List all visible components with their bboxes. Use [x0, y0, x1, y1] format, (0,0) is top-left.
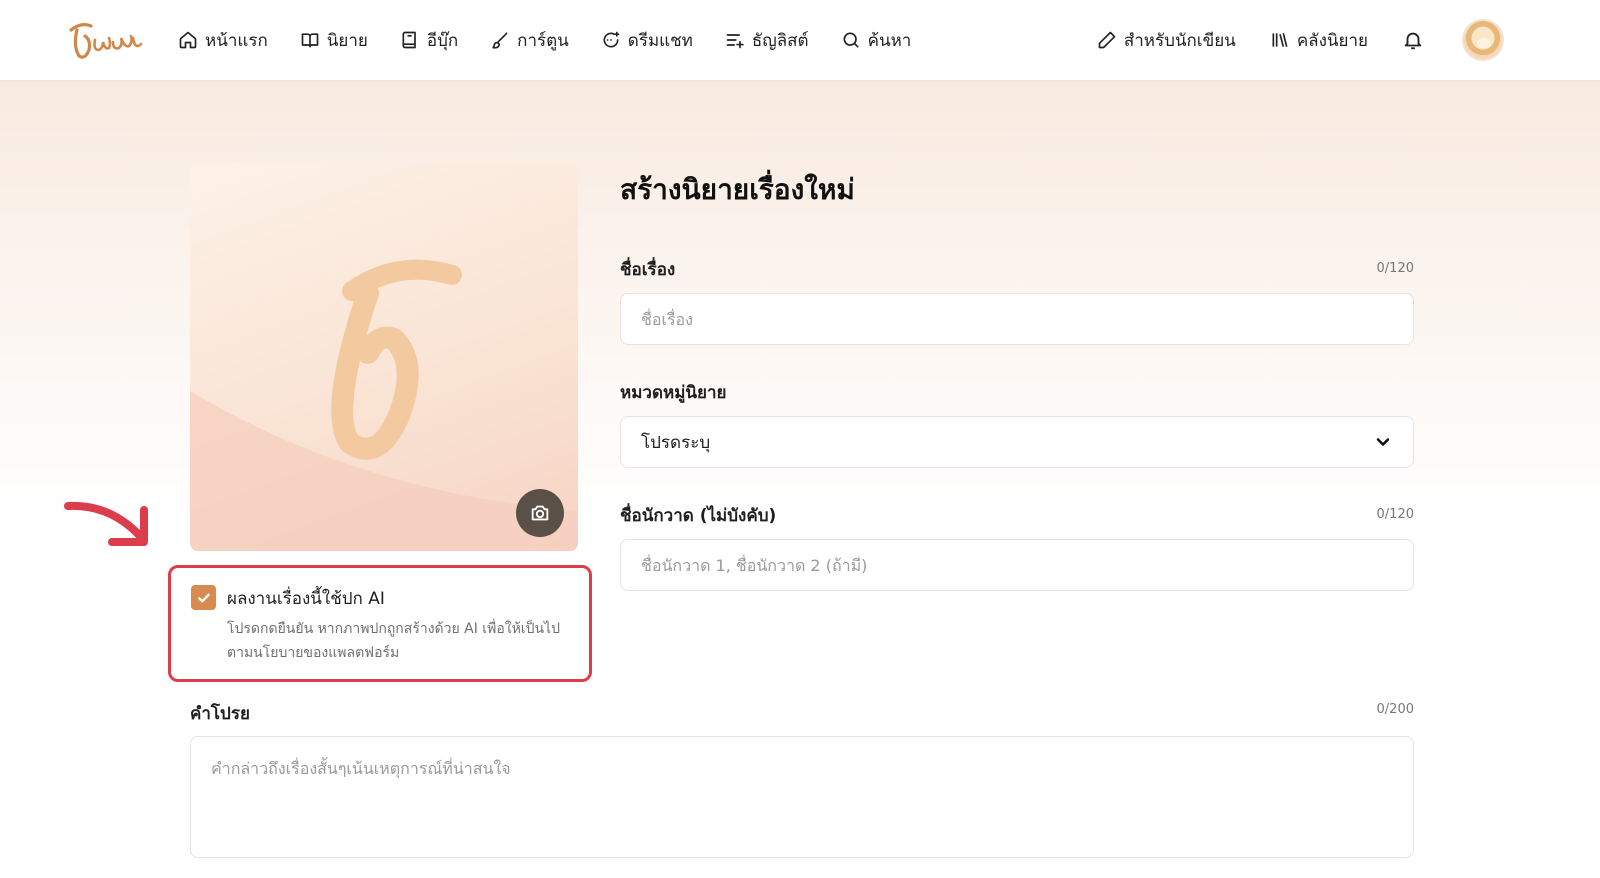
title-field-label: ชื่อเรื่อง	[620, 260, 676, 280]
title-input[interactable]	[620, 293, 1414, 345]
category-select[interactable]: โปรดระบุ	[620, 416, 1414, 468]
chat-sparkle-icon	[603, 31, 620, 48]
ai-cover-label[interactable]: ผลงานเรื่องนี้ใช้ปก AI	[227, 585, 385, 612]
nav-item-library[interactable]: คลังนิยาย	[1270, 27, 1368, 54]
nav-item-dreamchat[interactable]: ดรีมแชท	[601, 27, 693, 54]
nav-item-label: หน้าแรก	[205, 30, 268, 51]
nav-item-home[interactable]: หน้าแรก	[178, 27, 268, 54]
pencil-icon	[1098, 31, 1116, 49]
category-selected-value: โปรดระบุ	[641, 432, 711, 453]
ai-cover-checkbox[interactable]	[191, 585, 216, 610]
book-open-icon	[301, 33, 319, 48]
nav-item-novel[interactable]: นิยาย	[300, 27, 368, 54]
camera-icon	[531, 505, 549, 521]
nav-item-ebook[interactable]: อีบุ๊ก	[400, 27, 458, 54]
annotation-arrow-icon	[64, 501, 148, 546]
nav-item-label: การ์ตูน	[517, 30, 569, 51]
brush-icon	[492, 32, 508, 49]
chevron-down-icon	[1376, 438, 1390, 446]
site-logo[interactable]	[63, 16, 145, 64]
synopsis-textarea[interactable]	[190, 736, 1414, 858]
home-icon	[179, 31, 197, 49]
nav-item-label: ธัญลิสต์	[751, 30, 809, 51]
page-title: สร้างนิยายเรื่องใหม่	[620, 173, 855, 206]
illustrator-char-counter: 0/120	[1376, 507, 1414, 522]
nav-item-comic[interactable]: การ์ตูน	[490, 27, 569, 54]
cover-image-preview[interactable]	[190, 163, 578, 551]
list-plus-icon	[726, 34, 744, 49]
nav-item-label: สำหรับนักเขียน	[1123, 30, 1236, 51]
title-char-counter: 0/120	[1376, 261, 1414, 276]
nav-right: สำหรับนักเขียน คลังนิยาย	[1063, 0, 1504, 80]
synopsis-char-counter: 0/200	[1376, 702, 1414, 717]
checkmark-icon	[197, 593, 210, 602]
illustrator-field-label: ชื่อนักวาด (ไม่บังคับ)	[620, 506, 777, 526]
upload-cover-button[interactable]	[516, 489, 564, 537]
nav-item-for-writers[interactable]: สำหรับนักเขียน	[1097, 27, 1236, 54]
synopsis-field-label: คำโปรย	[190, 704, 250, 724]
nav-item-label: ดรีมแชท	[627, 30, 693, 51]
top-navbar: หน้าแรก นิยาย อีบุ๊ก การ์ตูน ดรีมแชท ธัญ…	[0, 0, 1600, 80]
nav-item-search[interactable]: ค้นหา	[841, 27, 912, 54]
library-icon	[1272, 33, 1288, 47]
bell-icon[interactable]	[1402, 29, 1424, 51]
nav-item-label: นิยาย	[326, 30, 368, 51]
nav-item-label: คลังนิยาย	[1296, 30, 1368, 51]
nav-item-label: ค้นหา	[867, 30, 912, 51]
nav-item-tunlist[interactable]: ธัญลิสต์	[725, 27, 809, 54]
illustrator-input[interactable]	[620, 539, 1414, 591]
ai-cover-description: โปรดกดยืนยัน หากภาพปกถูกสร้างด้วย AI เพื…	[227, 621, 560, 661]
ebook-icon	[402, 31, 416, 49]
search-icon	[843, 32, 859, 48]
cover-placeholder-logo-icon	[190, 259, 578, 551]
nav-item-label: อีบุ๊ก	[426, 30, 459, 51]
main-nav: หน้าแรก นิยาย อีบุ๊ก การ์ตูน ดรีมแชท ธัญ…	[178, 0, 943, 80]
category-field-label: หมวดหมู่นิยาย	[620, 383, 727, 403]
user-avatar[interactable]	[1462, 19, 1504, 61]
